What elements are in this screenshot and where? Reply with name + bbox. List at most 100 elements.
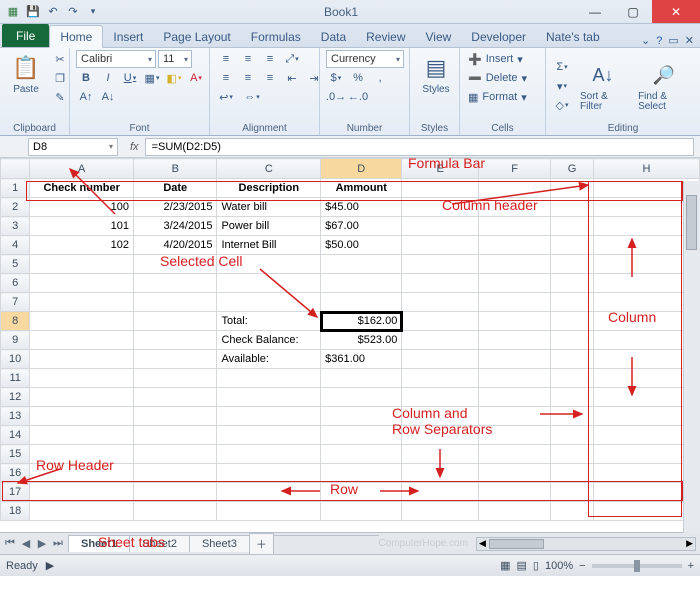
cell-G18[interactable] <box>551 502 594 521</box>
cell-C12[interactable] <box>217 388 321 407</box>
view-layout-icon[interactable]: ▤ <box>517 559 527 572</box>
cell-E12[interactable] <box>402 388 479 407</box>
zoom-level[interactable]: 100% <box>545 560 573 572</box>
cell-E18[interactable] <box>402 502 479 521</box>
tab-review[interactable]: Review <box>356 26 415 47</box>
grid-row[interactable]: 12 <box>1 388 700 407</box>
zoom-in-button[interactable]: + <box>688 560 694 572</box>
redo-icon[interactable]: ↷ <box>64 3 82 21</box>
font-name-combo[interactable]: Calibri <box>76 50 156 68</box>
scroll-thumb[interactable] <box>686 195 697 250</box>
cell-E14[interactable] <box>402 426 479 445</box>
cell-G7[interactable] <box>551 293 594 312</box>
grid-row[interactable]: 8Total:$162.00 <box>1 312 700 331</box>
grid-row[interactable]: 11 <box>1 369 700 388</box>
hscroll-thumb[interactable] <box>489 539 544 549</box>
cell-D13[interactable] <box>321 407 402 426</box>
cell-C6[interactable] <box>217 274 321 293</box>
cell-D2[interactable]: $45.00 <box>321 198 402 217</box>
cell-G1[interactable] <box>551 179 594 198</box>
cell-A11[interactable] <box>30 369 134 388</box>
cell-F12[interactable] <box>479 388 551 407</box>
fill-color-button[interactable]: ◧ <box>164 69 184 87</box>
cell-G3[interactable] <box>551 217 594 236</box>
cell-G10[interactable] <box>551 350 594 369</box>
bold-button[interactable]: B <box>76 69 96 87</box>
copy-button[interactable]: ❐ <box>50 69 70 87</box>
cell-G5[interactable] <box>551 255 594 274</box>
cell-D4[interactable]: $50.00 <box>321 236 402 255</box>
row-header-10[interactable]: 10 <box>1 350 30 369</box>
row-header-2[interactable]: 2 <box>1 198 30 217</box>
cell-E8[interactable] <box>402 312 479 331</box>
col-header-C[interactable]: C <box>217 159 321 179</box>
cell-B18[interactable] <box>134 502 217 521</box>
cell-C11[interactable] <box>217 369 321 388</box>
cells-delete-button[interactable]: ➖Delete▾ <box>466 69 529 87</box>
cell-D1[interactable]: Ammount <box>321 179 402 198</box>
cell-D10[interactable]: $361.00 <box>321 350 402 369</box>
cell-A13[interactable] <box>30 407 134 426</box>
format-painter-button[interactable]: ✎ <box>50 88 70 106</box>
cell-B14[interactable] <box>134 426 217 445</box>
clear-button[interactable]: ◇ <box>552 96 572 114</box>
cut-button[interactable]: ✂ <box>50 50 70 68</box>
qat-more-icon[interactable]: ▾ <box>84 3 102 21</box>
cell-E15[interactable] <box>402 445 479 464</box>
cell-G6[interactable] <box>551 274 594 293</box>
cell-F4[interactable] <box>479 236 551 255</box>
tab-data[interactable]: Data <box>311 26 356 47</box>
row-header-8[interactable]: 8 <box>1 312 30 331</box>
cell-C7[interactable] <box>217 293 321 312</box>
cell-A14[interactable] <box>30 426 134 445</box>
cell-C1[interactable]: Description <box>217 179 321 198</box>
grid-row[interactable]: 10 Available:$361.00 <box>1 350 700 369</box>
cell-D6[interactable] <box>321 274 402 293</box>
cell-C4[interactable]: Internet Bill <box>217 236 321 255</box>
row-header-9[interactable]: 9 <box>1 331 30 350</box>
cell-D14[interactable] <box>321 426 402 445</box>
x-icon[interactable]: ✕ <box>685 34 694 47</box>
grid-row[interactable]: 13 <box>1 407 700 426</box>
cell-F2[interactable] <box>479 198 551 217</box>
tab-page-layout[interactable]: Page Layout <box>153 26 240 47</box>
cell-A18[interactable] <box>30 502 134 521</box>
grid-row[interactable]: 7 <box>1 293 700 312</box>
view-normal-icon[interactable]: ▦ <box>500 559 510 572</box>
sort-filter-button[interactable]: A↓ Sort & Filter <box>576 58 630 115</box>
grid-row[interactable]: 41024/20/2015Internet Bill$50.00 <box>1 236 700 255</box>
cell-E16[interactable] <box>402 464 479 483</box>
cell-G8[interactable] <box>551 312 594 331</box>
align-bottom-button[interactable]: ≡ <box>260 50 280 68</box>
cell-B2[interactable]: 2/23/2015 <box>134 198 217 217</box>
cell-E5[interactable] <box>402 255 479 274</box>
cell-B8[interactable] <box>134 312 217 331</box>
align-top-button[interactable]: ≡ <box>216 50 236 68</box>
grid-row[interactable]: 9Check Balance:$523.00 <box>1 331 700 350</box>
macro-record-icon[interactable]: ▶ <box>46 559 54 572</box>
sheet-tab-3[interactable]: Sheet3 <box>189 535 250 552</box>
tab-view[interactable]: View <box>416 26 462 47</box>
sheet-tab-2[interactable]: Sheet2 <box>129 535 190 552</box>
font-color-button[interactable]: A <box>186 69 206 87</box>
paste-button[interactable]: 📋 Paste <box>6 50 46 97</box>
cell-E6[interactable] <box>402 274 479 293</box>
merge-center-button[interactable]: ⇔ <box>242 88 262 106</box>
cell-B11[interactable] <box>134 369 217 388</box>
cell-A12[interactable] <box>30 388 134 407</box>
percent-button[interactable]: % <box>348 69 368 87</box>
cell-G14[interactable] <box>551 426 594 445</box>
col-header-E[interactable]: E <box>402 159 479 179</box>
sheet-nav-next[interactable]: ▶ <box>34 537 50 550</box>
cell-G9[interactable] <box>551 331 594 350</box>
fill-button[interactable]: ▾ <box>552 77 572 95</box>
cell-C17[interactable] <box>217 483 321 502</box>
cell-B17[interactable] <box>134 483 217 502</box>
cell-A9[interactable] <box>30 331 134 350</box>
cell-C9[interactable]: Check Balance: <box>217 331 321 350</box>
cell-C10[interactable]: Available: <box>217 350 321 369</box>
cell-B13[interactable] <box>134 407 217 426</box>
cell-F18[interactable] <box>479 502 551 521</box>
cell-A10[interactable] <box>30 350 134 369</box>
hscroll-left-icon[interactable]: ◀ <box>479 538 486 549</box>
